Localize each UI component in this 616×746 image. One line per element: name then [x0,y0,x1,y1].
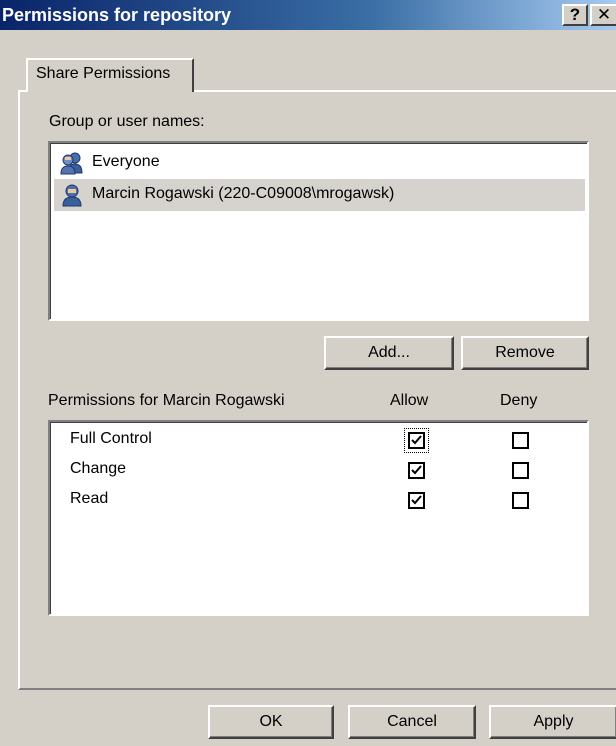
permissions-header-label: Permissions for Marcin Rogawski [48,392,285,409]
list-item-everyone[interactable]: Everyone [54,147,585,179]
ok-button[interactable]: OK [208,705,334,739]
deny-checkbox-full-control[interactable] [512,432,529,449]
user-icon [62,184,82,207]
users-list[interactable]: Everyone Marcin Rogawski (220-C09008\mro… [48,141,589,321]
title-bar[interactable]: Permissions for repository ? ✕ [0,0,616,30]
help-button[interactable]: ? [562,4,588,26]
permissions-list: Full Control Change Read [48,420,589,616]
allow-column-header: Allow [390,392,429,409]
checkmark-icon [411,435,422,445]
checkmark-icon [411,465,422,475]
users-list-label: Group or user names: [49,113,205,130]
permissions-dialog: Permissions for repository ? ✕ Share Per… [0,0,616,746]
user-name: Everyone [92,153,160,170]
permission-row-read: Read [50,486,587,516]
allow-checkbox-change[interactable] [408,462,425,479]
tab-share-permissions[interactable]: Share Permissions [26,58,194,92]
permission-name: Read [70,490,109,507]
permission-row-full-control: Full Control [50,426,587,456]
deny-column-header: Deny [500,392,538,409]
checkmark-icon [411,495,422,505]
remove-button[interactable]: Remove [461,336,589,370]
permission-row-change: Change [50,456,587,486]
dialog-title: Permissions for repository [2,5,232,25]
add-button[interactable]: Add... [324,336,454,370]
list-item-marcin-rogawski[interactable]: Marcin Rogawski (220-C09008\mrogawsk) [54,179,585,211]
allow-checkbox-full-control[interactable] [408,432,425,449]
apply-button[interactable]: Apply [489,705,616,739]
permission-name: Change [70,460,127,477]
tab-label: Share Permissions [36,65,171,82]
close-button[interactable]: ✕ [590,4,616,26]
cancel-button[interactable]: Cancel [348,705,476,739]
deny-checkbox-read[interactable] [512,492,529,509]
allow-checkbox-read[interactable] [408,492,425,509]
group-icon [60,152,83,175]
permission-name: Full Control [70,430,152,447]
deny-checkbox-change[interactable] [512,462,529,479]
user-name: Marcin Rogawski (220-C09008\mrogawsk) [92,185,395,202]
